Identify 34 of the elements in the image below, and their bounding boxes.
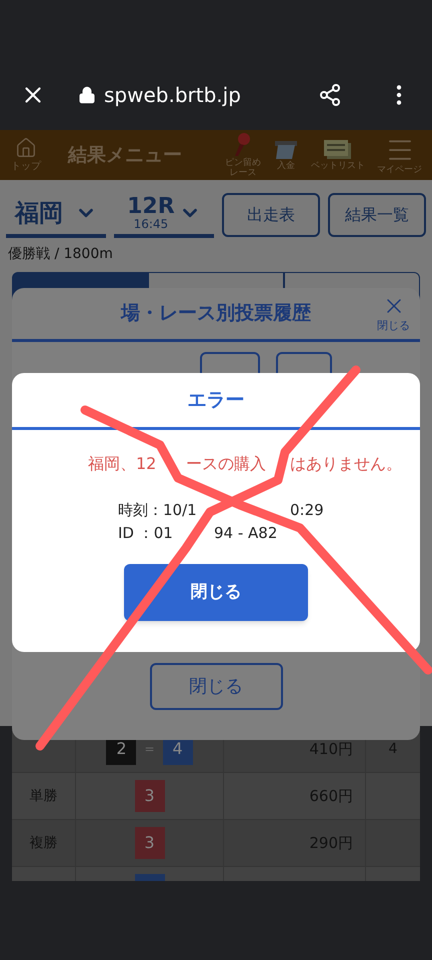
close-button[interactable]: 閉じる — [150, 663, 282, 710]
detail-text: ID ：01 — [118, 524, 173, 542]
race-info: 優勝戦 / 1800m — [8, 244, 113, 264]
dialog-title: エラー — [188, 388, 244, 413]
nav-button[interactable]: ベットリスト — [309, 139, 367, 171]
race-time: 16:45 — [134, 218, 168, 230]
equals-sign: = — [144, 741, 155, 758]
nav-button[interactable]: ピン留め レース — [223, 132, 263, 178]
boat-number: 3 — [134, 827, 164, 859]
tickets-icon — [323, 139, 353, 161]
detail-text: 0:29 — [290, 500, 324, 518]
share-icon[interactable] — [318, 83, 342, 107]
nav-button[interactable]: マイページ — [375, 135, 424, 175]
race-number: 12R — [127, 196, 175, 218]
outline-button[interactable]: 結果一覧 — [328, 193, 426, 237]
detail-text: 94 - A82 — [214, 524, 278, 542]
close-button[interactable]: 閉じる — [124, 564, 308, 621]
race-select[interactable]: 12R 16:45 — [114, 192, 214, 238]
detail-text: 時刻：10/1 — [118, 500, 197, 518]
lock-icon — [78, 86, 96, 104]
home-button[interactable]: トップ — [8, 136, 44, 174]
home-icon — [15, 136, 37, 158]
outline-button[interactable]: 出走表 — [222, 193, 320, 237]
modal-title: 場・レース別投票履歴 — [121, 301, 311, 326]
venue-select[interactable]: 福岡 — [6, 192, 106, 238]
error-message: はありません。 — [290, 454, 402, 473]
close-button[interactable]: 閉じる — [377, 294, 410, 334]
yen-card-icon — [273, 139, 299, 161]
error-message: ースの購入 — [186, 454, 266, 473]
nav-button[interactable]: 入金 — [271, 139, 301, 171]
url-text[interactable]: spweb.brtb.jp — [104, 80, 241, 110]
boat-number: 3 — [134, 780, 164, 812]
page-title: 結果メニュー — [68, 142, 183, 168]
error-message: 福岡、12 — [88, 454, 156, 473]
